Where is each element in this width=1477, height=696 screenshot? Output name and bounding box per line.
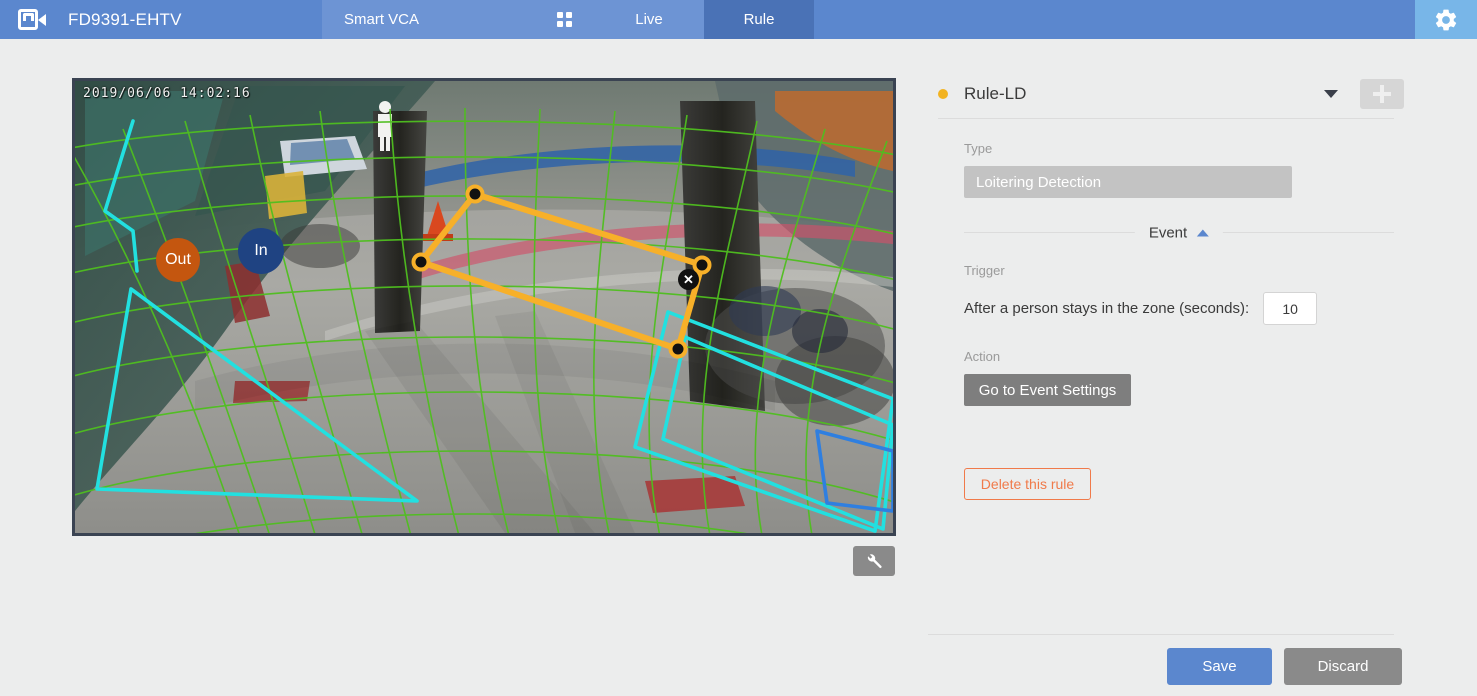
delete-rule-label: Delete this rule [981,476,1074,492]
active-zone-polygon [421,194,702,349]
discard-label: Discard [1318,658,1369,675]
top-bar-spacer [814,0,1415,39]
tab-live-label: Live [635,11,663,28]
brand-area: FD9391-EHTV [0,0,322,39]
video-stage: 2019/06/06 14:02:16 Out In ✕ [75,81,893,533]
plus-icon [1373,85,1391,103]
tab-rule[interactable]: Rule [704,0,814,39]
event-section-label: Event [1149,224,1187,241]
save-button[interactable]: Save [1167,648,1272,685]
settings-button[interactable] [1415,0,1477,39]
close-icon: ✕ [683,272,694,288]
chevron-up-icon [1197,229,1209,236]
trigger-label: Trigger [964,263,1438,278]
camera-icon [18,9,46,31]
zone-cyan-quad-inner [663,337,893,529]
panel-divider-top [938,118,1394,119]
device-name: FD9391-EHTV [68,10,182,30]
rule-selector-row: Rule-LD [928,70,1438,118]
delete-vertex-button[interactable]: ✕ [678,269,699,290]
rule-name: Rule-LD [964,84,1324,104]
video-tool-button[interactable] [853,546,895,576]
in-marker-label: In [254,242,267,260]
tab-rule-label: Rule [744,11,775,28]
type-label: Type [964,141,1438,156]
trigger-seconds-value: 10 [1282,301,1298,317]
out-marker-label: Out [165,251,191,269]
event-section-divider: Event [964,232,1394,233]
footer-buttons: Save Discard [1167,648,1402,685]
type-value-field[interactable]: Loitering Detection [964,166,1292,198]
add-rule-button[interactable] [1360,79,1404,109]
trigger-seconds-input[interactable]: 10 [1263,292,1317,325]
calibration-grid [75,108,893,533]
wrench-icon [865,552,883,570]
video-timestamp: 2019/06/06 14:02:16 [83,86,251,101]
detection-overlay[interactable] [75,81,893,533]
grid-icon[interactable] [557,12,572,27]
discard-button[interactable]: Discard [1284,648,1402,685]
save-label: Save [1202,658,1236,675]
trigger-text: After a person stays in the zone (second… [964,300,1249,317]
delete-rule-button[interactable]: Delete this rule [964,468,1091,500]
in-marker[interactable]: In [238,228,284,274]
footer-divider [928,634,1394,635]
video-preview[interactable]: 2019/06/06 14:02:16 Out In ✕ [72,78,896,536]
rule-panel: Rule-LD Type Loitering Detection Event T… [928,70,1438,500]
module-selector-smart-vca[interactable]: Smart VCA [322,0,594,39]
tab-live[interactable]: Live [594,0,704,39]
rule-status-dot [938,89,948,99]
go-to-event-settings-button[interactable]: Go to Event Settings [964,374,1131,406]
chevron-down-icon[interactable] [1324,90,1338,98]
action-label: Action [964,349,1438,364]
trigger-row: After a person stays in the zone (second… [964,292,1438,325]
zone-cyan-polyline [105,121,137,271]
smart-vca-rule-page: FD9391-EHTV Smart VCA Live Rule [0,0,1477,696]
event-section-toggle[interactable]: Event [1135,224,1223,241]
top-bar: FD9391-EHTV Smart VCA Live Rule [0,0,1477,39]
go-to-event-settings-label: Go to Event Settings [979,382,1117,399]
out-marker[interactable]: Out [156,238,200,282]
gear-icon [1433,7,1459,33]
zone-cyan-triangle [97,289,417,501]
module-label: Smart VCA [344,11,419,28]
type-value: Loitering Detection [976,174,1101,191]
